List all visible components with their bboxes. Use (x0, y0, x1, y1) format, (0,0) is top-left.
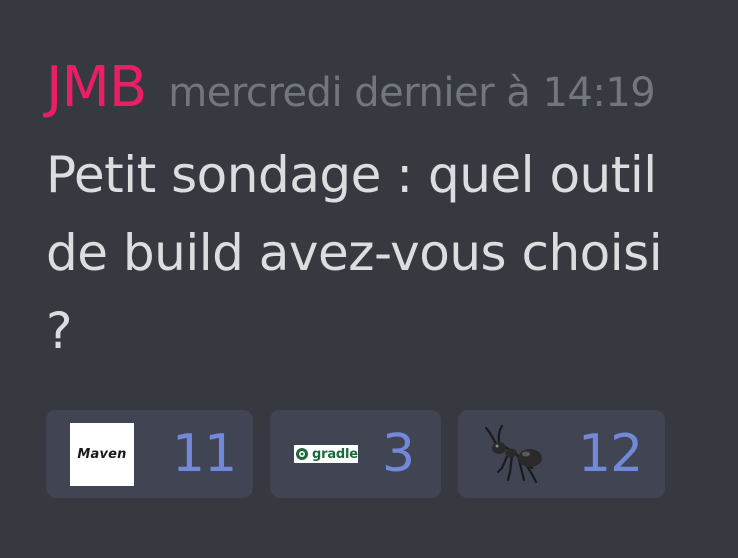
ant-emoji-icon (484, 424, 542, 484)
maven-logo-text: Maven (77, 447, 127, 462)
gradle-logo-text: gradle (312, 446, 358, 462)
reactions-bar: Maven 11 gradle 3 12 (46, 410, 665, 498)
reaction-count: 3 (382, 424, 415, 484)
author-name[interactable]: JMB (46, 50, 147, 126)
maven-icon: Maven (70, 423, 134, 486)
message-content: Petit sondage : quel outil de build avez… (46, 146, 663, 360)
chat-message: JMB mercredi dernier à 14:19 Petit sonda… (46, 50, 706, 370)
reaction-maven[interactable]: Maven 11 (46, 410, 253, 498)
gradle-icon: gradle (294, 445, 358, 463)
ant-icon (482, 422, 548, 488)
reaction-gradle[interactable]: gradle 3 (270, 410, 441, 498)
message-header: JMB mercredi dernier à 14:19 (46, 50, 706, 126)
gradle-elephant-icon (296, 448, 308, 460)
reaction-count: 12 (578, 424, 643, 484)
message-timestamp[interactable]: mercredi dernier à 14:19 (168, 70, 656, 116)
reaction-ant[interactable]: 12 (458, 410, 665, 498)
reaction-count: 11 (172, 424, 237, 484)
